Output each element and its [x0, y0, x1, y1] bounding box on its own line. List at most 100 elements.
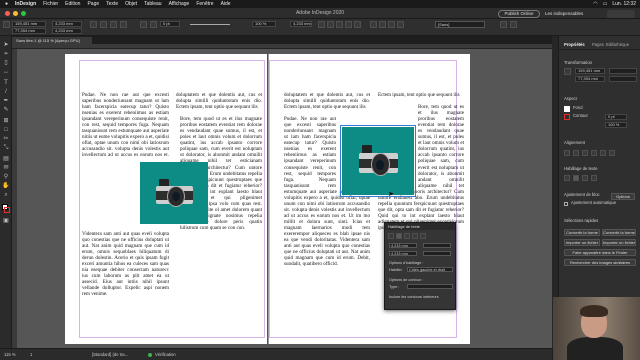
drop-shadow-icon[interactable]	[510, 21, 517, 28]
find-similar-images-button[interactable]: Rechercher des images similaires	[564, 259, 636, 266]
gap-tool-icon[interactable]: ↔	[2, 69, 10, 76]
menu-affichage[interactable]: Affichage	[169, 0, 190, 8]
scissors-tool-icon[interactable]: ✂	[2, 136, 10, 143]
rotate-icon[interactable]	[100, 21, 107, 28]
zoom-level[interactable]: 115 %	[4, 349, 16, 360]
pencil-tool-icon[interactable]: ✎	[2, 107, 10, 114]
wrap-next-column-icon[interactable]	[420, 233, 426, 239]
height-field[interactable]: 4,233 mm	[52, 28, 82, 34]
wrap-jump-icon[interactable]	[591, 175, 597, 181]
note-tool-icon[interactable]: ✉	[2, 165, 10, 172]
rectangle-frame-tool-icon[interactable]: ⊠	[2, 118, 10, 125]
menu-tableau[interactable]: Tableau	[144, 0, 162, 8]
wrap-jump-icon[interactable]	[345, 21, 352, 28]
stroke-type-preview[interactable]	[190, 24, 230, 25]
selection-tool-icon[interactable]: ➤	[2, 42, 10, 49]
fill-swatch-icon[interactable]	[564, 106, 570, 112]
selection-bounding-box[interactable]	[340, 125, 416, 197]
offset-left-field[interactable]	[423, 243, 451, 248]
flip-icon[interactable]	[120, 21, 127, 28]
reveal-in-finder-button[interactable]: Faire apparaître dans le Finder	[564, 249, 636, 256]
wrap-none-icon[interactable]	[318, 21, 325, 28]
edit-original-button[interactable]: Convertir la forme	[602, 229, 636, 236]
transform-h-field[interactable]	[609, 76, 637, 82]
line-tool-icon[interactable]: /	[2, 89, 10, 96]
menu-page[interactable]: Page	[87, 0, 99, 8]
align-left-icon[interactable]	[564, 150, 570, 156]
dialog-title[interactable]: Habillage de texte	[385, 223, 455, 230]
shear-icon[interactable]	[110, 21, 117, 28]
document-tab[interactable]: Sans titre-1 @ 115 % [Aperçu GPU]	[12, 37, 92, 44]
tab-library[interactable]: Bibliothèque	[606, 42, 629, 47]
constrain-proportions-icon[interactable]	[90, 21, 97, 28]
wrap-contour-icon[interactable]	[582, 175, 588, 181]
transform-w-field[interactable]	[609, 68, 637, 74]
align-bottom-icon[interactable]	[609, 150, 615, 156]
battery-icon[interactable]: ▭	[603, 0, 608, 8]
zoom-tool-icon[interactable]: ⌕	[2, 192, 10, 199]
free-transform-tool-icon[interactable]: ⤡	[2, 145, 10, 152]
center-content-icon[interactable]	[388, 21, 395, 28]
fit-frame-icon[interactable]	[379, 21, 386, 28]
reference-point-icon[interactable]	[3, 21, 10, 28]
screen-mode-icon[interactable]: ▣	[2, 218, 10, 225]
rectangle-tool-icon[interactable]: □	[2, 127, 10, 134]
menu-objet[interactable]: Objet	[125, 0, 137, 8]
frame-offset-field[interactable]: 4,233 mm	[290, 21, 312, 27]
opacity-field[interactable]: 100 %	[605, 122, 627, 128]
menu-edition[interactable]: Edition	[65, 0, 80, 8]
y-position-field[interactable]: 77,394 mm	[12, 28, 46, 34]
tab-pages[interactable]: Pages	[592, 42, 604, 47]
eyedropper-tool-icon[interactable]: ⚲	[2, 174, 10, 181]
wrap-contour-icon[interactable]	[404, 233, 410, 239]
page-number[interactable]: 1	[30, 349, 32, 360]
text-frame-right-col1[interactable]: doluptatem et que dolentis aut, cus et d…	[284, 92, 370, 302]
text-wrap-dialog[interactable]: Habillage de texte 4,233 mm 4,233 mm Opt…	[384, 222, 456, 310]
tab-properties[interactable]: Propriétés	[564, 42, 585, 47]
wrap-jump-icon[interactable]	[412, 233, 418, 239]
include-inside-edges-label[interactable]: Inclure les contours intérieurs	[389, 295, 439, 299]
import-file-button[interactable]: Importer un fichier	[564, 239, 600, 246]
fill-frame-icon[interactable]	[397, 21, 404, 28]
width-field[interactable]: 4,233 mm	[52, 21, 82, 27]
auto-fit-checkbox-box[interactable]	[564, 202, 568, 206]
menu-aide[interactable]: Aide	[221, 0, 231, 8]
direct-selection-tool-icon[interactable]: ➢	[2, 51, 10, 58]
wifi-icon[interactable]: ◠	[593, 0, 597, 8]
object-style-select[interactable]: [Sans]	[435, 21, 485, 28]
x-position-field[interactable]: 159,451 mm	[12, 21, 46, 27]
align-top-icon[interactable]	[591, 150, 597, 156]
wrap-bounding-box-icon[interactable]	[327, 21, 334, 28]
workspace-switcher[interactable]: Les indispensables	[545, 10, 605, 18]
align-middle-icon[interactable]	[600, 150, 606, 156]
wrap-bounding-box-icon[interactable]	[573, 175, 579, 181]
align-right-icon[interactable]	[582, 150, 588, 156]
preflight-profile[interactable]: [Standard] (de tra...	[92, 349, 128, 360]
stroke-weight-field[interactable]: 0 pt	[605, 114, 627, 120]
frame-options-button[interactable]: Options	[611, 193, 635, 200]
type-tool-icon[interactable]: T	[2, 80, 10, 87]
effects-icon[interactable]	[500, 21, 507, 28]
wrap-none-icon[interactable]	[564, 175, 570, 181]
wrap-bounding-box-icon[interactable]	[396, 233, 402, 239]
stroke-swatch-icon[interactable]	[564, 114, 570, 120]
menu-app-name[interactable]: InDesign	[15, 0, 36, 8]
menu-fenetre[interactable]: Fenêtre	[196, 0, 213, 8]
fit-content-icon[interactable]	[370, 21, 377, 28]
menubar-clock[interactable]: Lun. 12:32	[612, 0, 636, 8]
publish-online-button[interactable]: Publish Online	[498, 10, 540, 18]
gradient-tool-icon[interactable]: ▤	[2, 156, 10, 163]
reference-point-icon[interactable]	[564, 68, 571, 75]
opacity-field[interactable]: 100 %	[252, 21, 276, 27]
wrap-contour-icon[interactable]	[336, 21, 343, 28]
offset-right-field[interactable]	[423, 251, 451, 256]
wrap-none-icon[interactable]	[388, 233, 394, 239]
contour-type-select[interactable]	[407, 284, 453, 289]
search-field[interactable]	[607, 10, 635, 18]
pen-tool-icon[interactable]: ✒	[2, 98, 10, 105]
auto-fit-checkbox[interactable]: Ajustement automatique	[571, 200, 616, 206]
camera-photo-left[interactable]	[140, 162, 208, 224]
align-center-icon[interactable]	[573, 150, 579, 156]
stroke-weight-field[interactable]: 0 pt	[160, 21, 180, 27]
apple-icon[interactable]: ●	[5, 0, 8, 8]
